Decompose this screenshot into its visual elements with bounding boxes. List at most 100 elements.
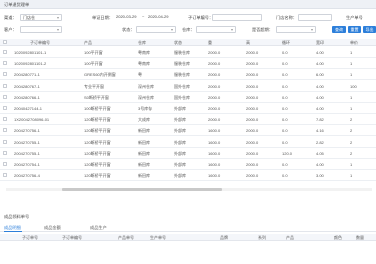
- table-cell: 深州仓库: [138, 94, 154, 100]
- orders-table: 子订单编号 产品 仓库 状态 重 高 循环 宽印 单价 102009280110…: [0, 39, 376, 185]
- row-checkbox[interactable]: [3, 94, 7, 99]
- row-checkbox[interactable]: [3, 50, 7, 54]
- store-no-input[interactable]: [298, 14, 332, 21]
- date-from[interactable]: 2020-03-29: [116, 14, 136, 19]
- tab-amount[interactable]: 成品金额: [44, 225, 61, 231]
- col-header[interactable]: 子订单编号: [30, 40, 50, 46]
- order-no-label: 子订单编号：: [188, 15, 214, 20]
- table-cell: 0.0: [282, 128, 288, 134]
- table-row[interactable]: 2004270755-1 120断桥平开窗 新田库 外部库 1600.0 2000.0 12…: [0, 148, 376, 159]
- table-row[interactable]: 1X20042708096-01 120断桥平开窗 大成库 外部库 2000.0 2000…: [0, 114, 376, 126]
- store-no-label: 门店名称：: [276, 15, 297, 20]
- table-cell: 1: [350, 72, 353, 78]
- row-checkbox[interactable]: [3, 173, 7, 178]
- table-row[interactable]: 2004280767-1 专业平开窗 深州仓库 国外仓库 2000.0 2000.0 0.0…: [0, 81, 376, 92]
- table-cell: 粤: [138, 72, 142, 78]
- table-cell: 专业平开窗: [84, 83, 104, 89]
- origin-select[interactable]: ▾: [196, 26, 236, 33]
- period-label: 是否超期：: [252, 27, 273, 32]
- query-button[interactable]: 查询: [332, 26, 346, 33]
- table-header: 子订单编号 产品 仓库 状态 重 高 循环 宽印 单价: [0, 39, 376, 46]
- col-header[interactable]: 循环: [282, 40, 290, 46]
- table-row[interactable]: 1020092801101-2 100平开窗 粤南库 服装仓库 2000.0 2000.0…: [0, 58, 376, 70]
- table-cell: 2000.0: [208, 61, 221, 67]
- reset-button[interactable]: 重置: [348, 26, 361, 33]
- table-cell: 2000.0: [208, 50, 221, 55]
- table-cell: 2004270756-4: [14, 173, 40, 179]
- table-cell: 新田库: [138, 128, 150, 134]
- table-cell: 20040427144-1: [14, 106, 43, 111]
- row-checkbox[interactable]: [3, 139, 7, 144]
- col-header[interactable]: 仓库: [138, 40, 146, 46]
- order-no-input[interactable]: [212, 14, 262, 21]
- export-button[interactable]: 导出: [363, 26, 376, 33]
- col-header[interactable]: 重: [208, 40, 212, 46]
- owner-select[interactable]: ▾: [20, 26, 62, 33]
- row-checkbox[interactable]: [3, 162, 7, 166]
- table-cell: 0.0: [282, 61, 288, 67]
- table-cell: 1: [350, 173, 353, 179]
- table-cell: 120断桥平开窗: [84, 139, 111, 145]
- status-select[interactable]: ▾: [136, 26, 176, 33]
- store-select[interactable]: 门店仓 ▾: [20, 14, 62, 21]
- table-row[interactable]: 2004280766-1 S0断桥平开窗 深州仓库 国外仓库 2000.0 2000.0 0…: [0, 92, 376, 103]
- period-select[interactable]: ▾: [276, 26, 316, 33]
- table-cell: 2004270754-1: [14, 162, 40, 167]
- table-row[interactable]: 1020092801101-1 100平开窗 粤南库 服装仓库 2000.0 2000.0…: [0, 47, 376, 58]
- tab-production[interactable]: 成品生产: [90, 225, 107, 231]
- table-cell: 6.00: [316, 72, 324, 78]
- table-cell: 2000.0: [246, 72, 259, 78]
- table-cell: 1: [350, 106, 353, 111]
- col-header[interactable]: 状态: [174, 40, 182, 46]
- table-cell: 0.0: [282, 106, 288, 111]
- table-cell: 4.00: [316, 106, 324, 111]
- table-cell: 1600.0: [208, 173, 221, 179]
- col-header[interactable]: 产品: [84, 40, 92, 46]
- table-cell: 1020092801101-2: [14, 61, 47, 67]
- table-row[interactable]: 20040427144-1 100断桥平开窗 3号库存 外部库 2000.0 2000.0…: [0, 103, 376, 114]
- horizontal-scrollbar[interactable]: [6, 188, 372, 191]
- table-cell: 4.00: [316, 83, 324, 89]
- row-checkbox[interactable]: [3, 128, 7, 133]
- table-cell: 2000.0: [246, 150, 259, 156]
- col-header[interactable]: 宽印: [316, 40, 324, 46]
- table-row[interactable]: 2004270756-4 120断桥平开窗 新田库 外部库 1600.0 2000.0 0.…: [0, 170, 376, 182]
- table-cell: 0.0: [282, 173, 288, 179]
- col-header[interactable]: 高: [246, 40, 250, 46]
- table-cell: 2004280767-1: [14, 83, 40, 89]
- owner-label: 客户：: [4, 27, 17, 32]
- table-cell: 1: [350, 50, 353, 55]
- table-cell: 120断桥平开窗: [84, 128, 111, 134]
- row-checkbox[interactable]: [3, 83, 7, 88]
- table-cell: 2000.0: [246, 139, 259, 145]
- table-cell: 100平开窗: [84, 61, 103, 67]
- row-checkbox[interactable]: [3, 61, 7, 66]
- table-cell: 2004270756-1: [14, 128, 40, 134]
- scrollbar-thumb[interactable]: [62, 188, 222, 191]
- table-row[interactable]: 2004270755-1 120断桥平开窗 新田库 外部库 1600.0 2000.0 0.…: [0, 137, 376, 148]
- date-range[interactable]: 2020-03-29 ~ 2020-04-29: [114, 14, 182, 21]
- select-all-checkbox[interactable]: [3, 40, 7, 44]
- table-cell: 1600.0: [208, 128, 221, 134]
- date-to[interactable]: 2020-04-29: [148, 14, 168, 19]
- table-cell: 120断桥平开窗: [84, 150, 111, 156]
- row-checkbox[interactable]: [3, 150, 7, 155]
- detail-section-title: 成品领料单号: [4, 214, 30, 219]
- chevron-down-icon: ▾: [230, 27, 233, 32]
- col-header[interactable]: 单价: [350, 40, 358, 46]
- row-checkbox[interactable]: [3, 106, 7, 110]
- table-row[interactable]: 2004270756-1 120断桥平开窗 新田库 外部库 1600.0 2000.0 0.…: [0, 125, 376, 137]
- table-cell: 2000.0: [246, 162, 259, 167]
- date-separator: ~: [142, 14, 145, 19]
- table-cell: 1: [350, 61, 353, 67]
- table-row[interactable]: 2004270754-1 120断桥平开窗 新田库 外部库 1600.0 2000.0 0.…: [0, 159, 376, 170]
- table-cell: 外部库: [174, 128, 186, 134]
- table-cell: 新田库: [138, 139, 150, 145]
- table-cell: 服装仓库: [174, 50, 190, 55]
- table-cell: 2000.0: [246, 128, 259, 134]
- row-checkbox[interactable]: [3, 72, 7, 77]
- table-row[interactable]: 2004280771-1 GRES60内开倒窗 粤 服装仓库 2000.0 2000.0 0…: [0, 69, 376, 81]
- row-checkbox[interactable]: [3, 117, 7, 122]
- table-cell: 2004280771-1: [14, 72, 40, 78]
- table-cell: 服装仓库: [174, 72, 190, 78]
